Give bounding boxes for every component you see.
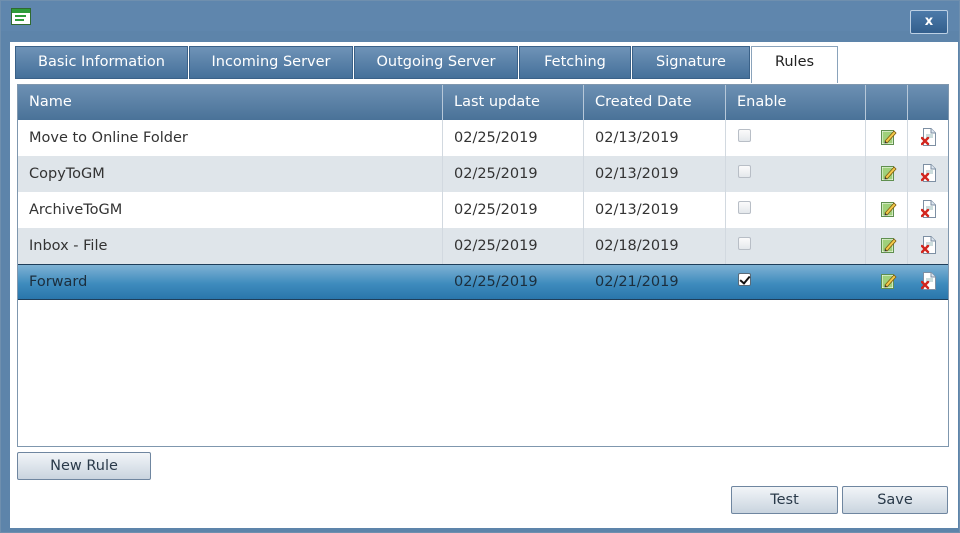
rule-last-update: 02/25/2019 xyxy=(443,228,584,264)
content-panel: Basic Information Incoming Server Outgoi… xyxy=(10,42,958,528)
rule-name: Inbox - File xyxy=(18,228,443,264)
rule-last-update: 02/25/2019 xyxy=(454,274,538,290)
test-button[interactable]: Test xyxy=(731,486,838,514)
rule-created-date: 02/13/2019 xyxy=(584,120,726,156)
rule-created-date: 02/13/2019 xyxy=(584,192,726,228)
tab-basic-information[interactable]: Basic Information xyxy=(15,46,188,79)
delete-icon[interactable] xyxy=(921,200,937,218)
table-row[interactable]: ArchiveToGM 02/25/2019 02/13/2019 xyxy=(18,192,948,228)
enable-checkbox[interactable] xyxy=(738,165,751,178)
delete-icon[interactable] xyxy=(921,272,937,290)
column-header-created-date[interactable]: Created Date xyxy=(584,85,726,120)
delete-icon[interactable] xyxy=(921,164,937,182)
tab-rules[interactable]: Rules xyxy=(751,46,838,83)
edit-icon[interactable] xyxy=(881,236,897,254)
edit-icon[interactable] xyxy=(881,272,897,290)
rules-grid: Name Last update Created Date Enable Mov… xyxy=(17,84,949,447)
dialog-window: x Basic Information Incoming Server Outg… xyxy=(0,0,960,533)
column-header-last-update[interactable]: Last update xyxy=(443,85,584,120)
table-row-selected[interactable]: Forward 02/25/2019 02/21/2019 xyxy=(18,264,948,300)
delete-icon[interactable] xyxy=(921,236,937,254)
column-header-edit xyxy=(866,85,908,120)
edit-icon[interactable] xyxy=(881,164,897,182)
enable-checkbox[interactable] xyxy=(738,201,751,214)
enable-checkbox[interactable] xyxy=(738,237,751,250)
rule-last-update: 02/25/2019 xyxy=(443,156,584,192)
rule-last-update: 02/25/2019 xyxy=(443,192,584,228)
edit-icon[interactable] xyxy=(881,200,897,218)
rule-name: Move to Online Folder xyxy=(18,120,443,156)
tab-outgoing-server[interactable]: Outgoing Server xyxy=(354,46,518,79)
app-icon xyxy=(11,8,31,25)
tab-incoming-server[interactable]: Incoming Server xyxy=(189,46,353,79)
column-header-name[interactable]: Name xyxy=(18,85,443,120)
tab-strip: Basic Information Incoming Server Outgoi… xyxy=(15,46,955,83)
close-button[interactable]: x xyxy=(910,10,948,34)
enable-checkbox-checked[interactable] xyxy=(738,273,751,286)
table-row[interactable]: Move to Online Folder 02/25/2019 02/13/2… xyxy=(18,120,948,156)
rule-created-date: 02/13/2019 xyxy=(584,156,726,192)
rule-name: CopyToGM xyxy=(18,156,443,192)
tab-signature[interactable]: Signature xyxy=(632,46,750,79)
delete-icon[interactable] xyxy=(921,128,937,146)
rule-created-date: 02/21/2019 xyxy=(595,274,679,290)
tab-fetching[interactable]: Fetching xyxy=(519,46,631,79)
rule-last-update: 02/25/2019 xyxy=(443,120,584,156)
enable-checkbox[interactable] xyxy=(738,129,751,142)
title-bar[interactable]: x xyxy=(1,1,959,37)
rule-name: Forward xyxy=(29,274,88,290)
rule-created-date: 02/18/2019 xyxy=(584,228,726,264)
column-header-delete xyxy=(908,85,948,120)
edit-icon[interactable] xyxy=(881,128,897,146)
table-row[interactable]: Inbox - File 02/25/2019 02/18/2019 xyxy=(18,228,948,264)
new-rule-button[interactable]: New Rule xyxy=(17,452,151,480)
column-header-enable[interactable]: Enable xyxy=(726,85,866,120)
grid-header: Name Last update Created Date Enable xyxy=(18,85,948,120)
table-row[interactable]: CopyToGM 02/25/2019 02/13/2019 xyxy=(18,156,948,192)
rule-name: ArchiveToGM xyxy=(18,192,443,228)
save-button[interactable]: Save xyxy=(842,486,948,514)
